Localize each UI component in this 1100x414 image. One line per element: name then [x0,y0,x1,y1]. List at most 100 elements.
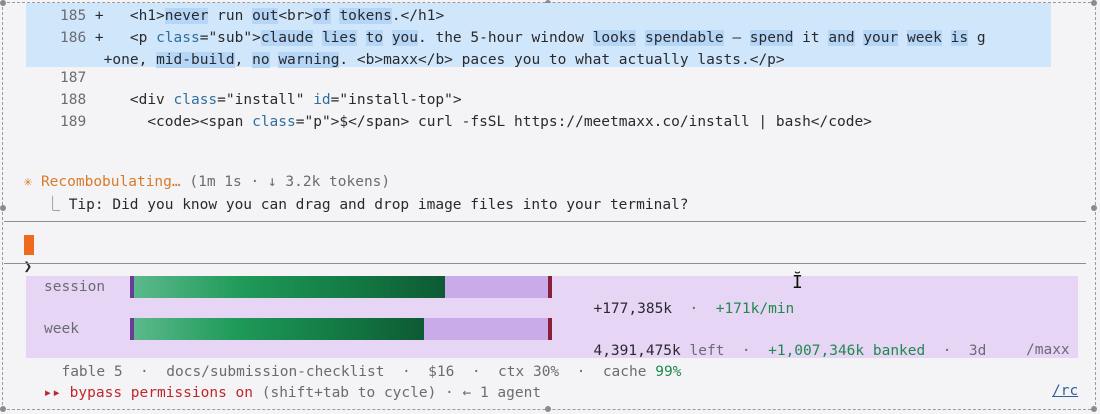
code-line: 185 + <h1>never run out<br>of tokens.</h… [60,5,444,27]
code-token: your [863,30,899,46]
session-stats: +177,385k · +171k/min [576,276,794,317]
code-token: warning [278,52,340,68]
code-line: 186 + <p class="sub">claude lies to you.… [60,27,986,49]
code-line: 188 <div class="install" id="install-top… [60,89,462,111]
code-token: is [950,30,969,46]
code-token: <code><span [112,114,253,130]
code-token: of [313,8,331,24]
code-token: ="install" [217,92,314,108]
code-line: 187 [60,67,112,89]
code-token: you [391,30,419,46]
session-value: +177,385k [593,301,673,317]
resize-handle-top-left[interactable] [0,0,6,6]
cache-label: cache [602,364,647,380]
info-line: fable 5 · docs/submission-checklist · $1… [44,339,681,380]
code-token: never [164,8,209,24]
code-token: no [252,52,270,68]
session-rate: +171k/min [715,301,795,317]
resize-handle-right-mid[interactable] [1091,205,1097,211]
bar-end-cap [548,276,552,298]
cache-value: 99% [655,364,682,380]
line-number: 188 [60,92,87,108]
code-token: tokens [339,8,392,24]
divider-top [4,221,1086,222]
code-token: run [208,8,253,24]
session-label: session [44,279,106,295]
code-token: class [252,114,296,130]
code-token: week [906,30,942,46]
line-number [60,52,86,68]
diff-sign [86,114,112,130]
code-token: lies [321,30,357,46]
code-token: to [365,30,384,46]
code-token: , [234,52,253,68]
spinner-line: ✳ Recombobulating… (1m 1s · ↓ 3.2k token… [6,149,390,190]
code-token: ="p">$</span> curl -fsSL https://meetmax… [295,114,872,130]
resize-handle-top-right[interactable] [1091,0,1097,6]
diff-sign: + [86,8,113,24]
code-token: <h1> [112,8,165,24]
tip-corner-icon: ⎿ [45,197,60,213]
rc-link[interactable]: /rc [1052,380,1078,402]
week-left: left [689,343,725,359]
code-token: id [313,92,331,108]
code-token: out [252,8,279,24]
code-token: looks [592,30,637,46]
maxx-command: /maxx [1026,342,1070,358]
tip-text: Tip: Did you know you can drag and drop … [68,197,689,213]
diff-sign: + [86,30,113,46]
code-token: ="sub"> [199,30,261,46]
resize-handle-bottom-left[interactable] [0,406,6,412]
bypass-arrows-icon: ▸▸ [43,385,61,401]
line-number: 187 [60,70,87,86]
week-usage-bar [130,318,552,340]
info-sep-4: · [576,364,586,380]
resize-handle-left-mid[interactable] [0,205,6,211]
week-banked: +1,007,346k banked [768,343,926,359]
code-token: g [968,30,986,46]
week-stats: 4,391,475k left · +1,007,346k banked · 3… [576,318,986,359]
resize-handle-bottom-right[interactable] [1091,406,1097,412]
week-sep-2: · [942,343,952,359]
bar-end-cap [548,318,552,340]
line-number: 186 [60,30,87,46]
bypass-hint: (shift+tab to cycle) · ← 1 agent [253,385,542,401]
bypass-line: ▸▸ bypass permissions on (shift+tab to c… [26,360,541,401]
week-days: 3d [968,343,987,359]
code-token: <p [112,30,157,46]
code-token: class [173,92,218,108]
prompt-chevron-icon: ❯ [23,259,33,275]
diff-sign [86,92,112,108]
code-token: spend [749,30,794,46]
code-token: claude [260,30,314,46]
session-sep: · [689,301,699,317]
line-number: 189 [60,114,87,130]
code-token: .</h1> [391,8,445,24]
code-token: <div [112,92,174,108]
text-cursor-icon: Ĭ [792,272,803,293]
code-token: . the 5-hour window [418,30,593,46]
bar-fill [134,276,445,298]
diff-sign: + [86,52,113,68]
session-usage-bar [130,276,552,298]
code-token: class [156,30,200,46]
code-line: +one, mid-build, no warning. <b>maxx</b>… [60,49,785,71]
resize-handle-bottom-mid[interactable] [545,406,551,412]
week-label: week [44,321,79,337]
code-token: <br> [278,8,314,24]
input-cursor[interactable] [24,235,34,255]
code-token: and [828,30,855,46]
bar-fill [134,318,424,340]
code-token: one, [112,52,157,68]
code-token: mid-build [156,52,235,68]
code-token: ="install-top"> [330,92,462,108]
code-token: — [723,30,750,46]
line-number: 185 [60,8,87,24]
code-token: . <b>maxx</b> paces you to what actually… [339,52,785,68]
